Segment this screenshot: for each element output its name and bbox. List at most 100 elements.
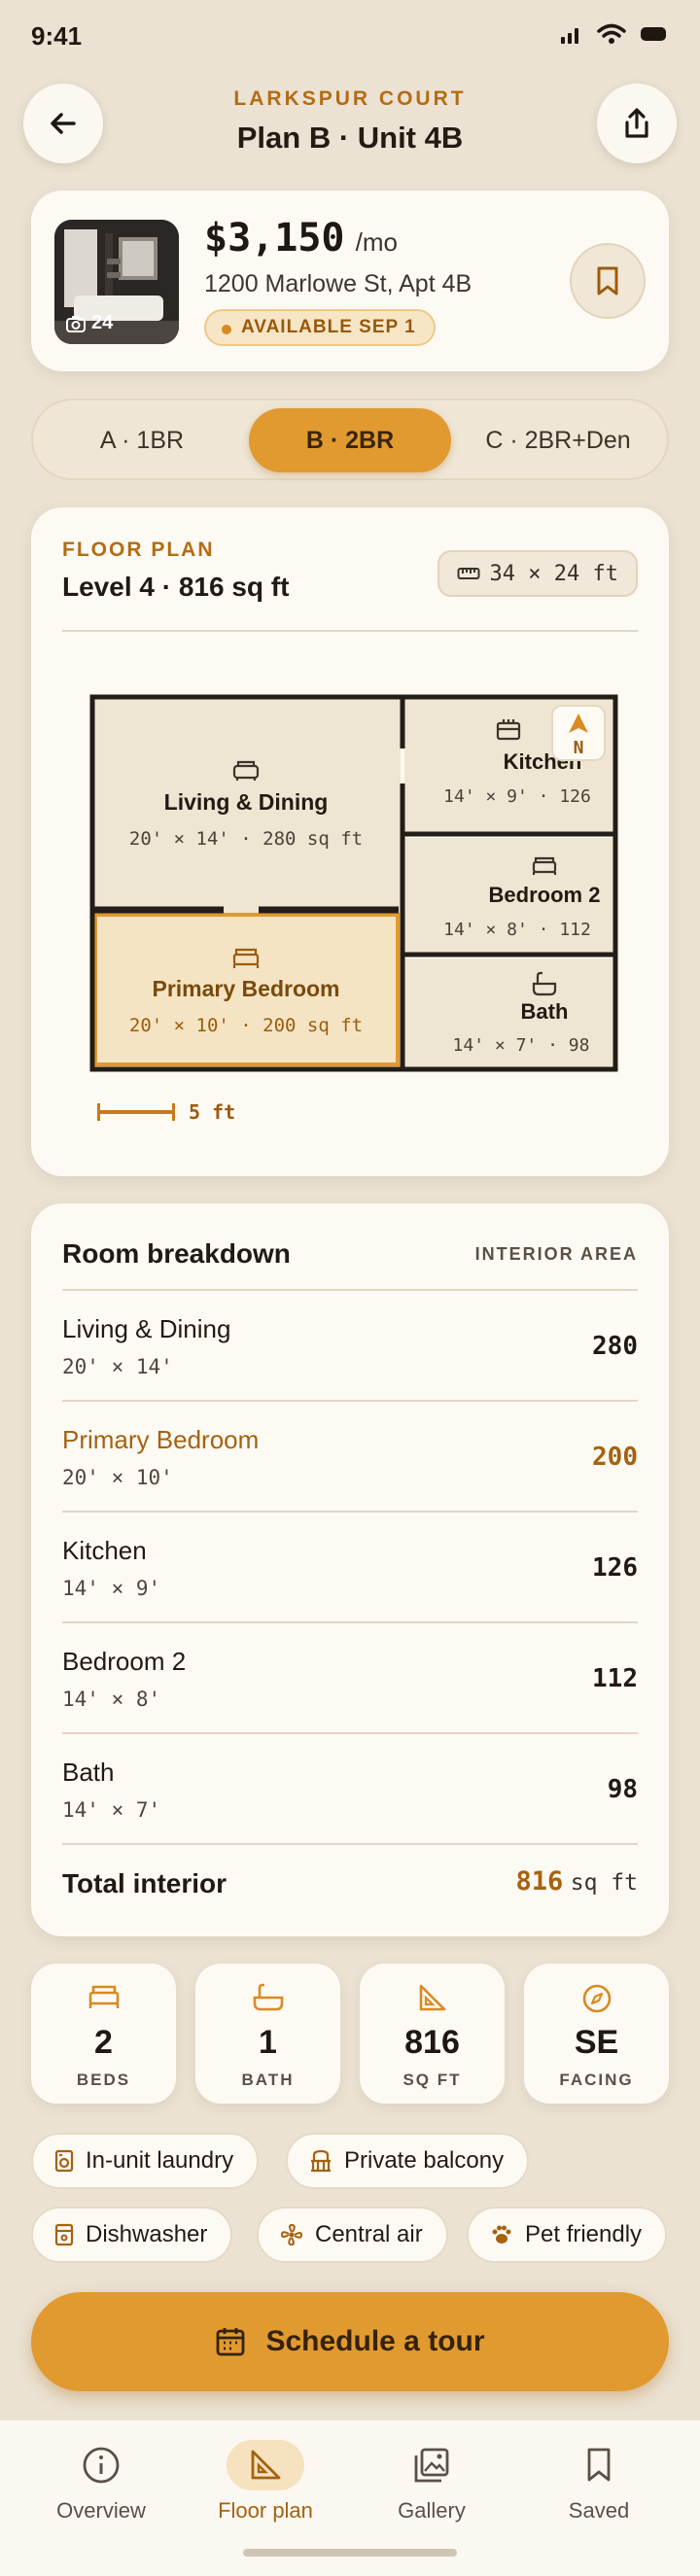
building-name: LARKSPUR COURT xyxy=(233,87,467,110)
signal-icon xyxy=(561,28,578,44)
status-icons xyxy=(560,23,669,45)
row-value: 200 xyxy=(592,1443,638,1472)
nav-label: Saved xyxy=(568,2498,630,2523)
wifi-icon xyxy=(597,23,626,44)
row-value: 280 xyxy=(592,1332,638,1361)
total-value: 816 sq ft xyxy=(515,1866,638,1897)
home-indicator xyxy=(243,2549,457,2557)
room-label-living: Living & Dining xyxy=(164,789,329,815)
tab-plan-a[interactable]: A · 1BR xyxy=(41,408,243,472)
breakdown-row-bedroom-2[interactable]: Bedroom 2 14' × 8' 112 xyxy=(62,1623,638,1734)
stat-bath: 1 BATH xyxy=(195,1964,340,2104)
cta-label: Schedule a tour xyxy=(265,2325,485,2357)
calendar-icon xyxy=(217,2328,245,2356)
share-button[interactable] xyxy=(597,84,677,163)
breakdown-row-kitchen[interactable]: Kitchen 14' × 9' 126 xyxy=(62,1513,638,1623)
floor-level: Level 4 · 816 sq ft xyxy=(62,572,290,602)
save-listing-button[interactable] xyxy=(570,243,646,319)
schedule-tour-button[interactable]: Schedule a tour xyxy=(31,2292,669,2391)
room-dims-living: 20' × 14' · 280 sq ft xyxy=(129,828,363,850)
page-title: Plan B · Unit 4B xyxy=(236,121,464,155)
stat-value: 816 xyxy=(404,2024,460,2061)
stat-facing: SE FACING xyxy=(524,1964,669,2104)
fan-icon xyxy=(280,2223,303,2246)
chip-label: In-unit laundry xyxy=(86,2147,234,2174)
compass-label: N xyxy=(574,738,584,758)
chip-label: Central air xyxy=(315,2221,423,2247)
floor-plan-diagram: Living & Dining 20' × 14' · 280 sq ft Pr… xyxy=(89,694,618,1072)
room-dims-primary: 20' × 10' · 200 sq ft xyxy=(129,1015,363,1036)
chip-label: Pet friendly xyxy=(525,2221,643,2247)
stat-beds: 2 BEDS xyxy=(31,1964,176,2104)
dimensions-value: 34 × 24 ft xyxy=(489,561,618,586)
bathtub-icon xyxy=(253,1983,283,2011)
amenity-balcony[interactable]: Private balcony xyxy=(286,2133,530,2189)
stat-value: SE xyxy=(574,2024,619,2061)
amenity-dishwasher[interactable]: Dishwasher xyxy=(31,2207,233,2263)
listing-address: 1200 Marlowe St, Apt 4B xyxy=(204,270,472,297)
row-dims: 14' × 9' xyxy=(62,1577,161,1600)
breakdown-row-bath[interactable]: Bath 14' × 7' 98 xyxy=(62,1734,638,1845)
scale-label: 5 ft xyxy=(189,1100,236,1124)
row-value: 98 xyxy=(607,1775,638,1804)
bed-icon xyxy=(88,1985,119,2008)
row-value: 112 xyxy=(592,1664,638,1693)
room-dims-bath: 14' × 7' · 98 xyxy=(453,1035,590,1056)
paw-icon xyxy=(492,2225,511,2244)
balcony-icon xyxy=(311,2149,331,2173)
camera-icon xyxy=(66,315,86,332)
set-square-icon xyxy=(419,1984,445,2011)
breakdown-subtitle: INTERIOR AREA xyxy=(474,1244,638,1264)
stat-sqft: 816 SQ FT xyxy=(360,1964,505,2104)
status-bar: 9:41 xyxy=(0,0,700,74)
row-name: Bath xyxy=(62,1758,115,1787)
total-label: Total interior xyxy=(62,1868,228,1898)
row-name: Primary Bedroom xyxy=(62,1425,260,1454)
photo-count: 24 xyxy=(66,312,113,334)
nav-label: Overview xyxy=(56,2498,146,2523)
nav-label: Floor plan xyxy=(218,2498,313,2523)
row-name: Living & Dining xyxy=(62,1314,231,1343)
amenity-pet-friendly[interactable]: Pet friendly xyxy=(467,2207,668,2263)
room-breakdown-card: Room breakdown INTERIOR AREA Living & Di… xyxy=(31,1203,669,1936)
battery-icon xyxy=(641,27,666,41)
breakdown-row-primary[interactable]: Primary Bedroom 20' × 10' 200 xyxy=(62,1402,638,1513)
room-label-primary: Primary Bedroom xyxy=(152,976,339,1001)
nav-overview[interactable]: Overview xyxy=(23,2440,179,2524)
scale-line xyxy=(97,1103,175,1121)
floor-plan-card: FLOOR PLAN Level 4 · 816 sq ft 34 × 24 f… xyxy=(31,507,669,1176)
floor-plan-label: FLOOR PLAN xyxy=(62,539,215,561)
amenity-laundry[interactable]: In-unit laundry xyxy=(31,2133,260,2189)
tab-plan-c[interactable]: C · 2BR+Den xyxy=(457,408,659,472)
stat-label: FACING xyxy=(559,2071,634,2089)
north-compass: N xyxy=(551,705,606,761)
gallery-icon xyxy=(414,2448,449,2483)
room-label-bath: Bath xyxy=(521,999,569,1024)
photo-count-value: 24 xyxy=(91,312,114,333)
row-name: Bedroom 2 xyxy=(62,1647,187,1676)
row-dims: 20' × 14' xyxy=(62,1355,173,1378)
breakdown-title: Room breakdown xyxy=(62,1238,291,1269)
scale-bar: 5 ft xyxy=(97,1100,235,1124)
row-value: 126 xyxy=(592,1553,638,1583)
status-time: 9:41 xyxy=(31,21,83,51)
compass-icon xyxy=(582,1984,611,2013)
listing-price: $3,150 /mo xyxy=(204,216,398,261)
nav-saved[interactable]: Saved xyxy=(521,2440,677,2524)
info-icon xyxy=(83,2447,120,2484)
nav-floor-plan[interactable]: Floor plan xyxy=(188,2440,343,2524)
tab-plan-b[interactable]: B · 2BR xyxy=(249,408,451,472)
listing-photo[interactable]: 24 xyxy=(54,220,179,344)
chip-label: Dishwasher xyxy=(86,2221,208,2247)
total-unit: sq ft xyxy=(570,1870,638,1896)
listing-card: 24 $3,150 /mo 1200 Marlowe St, Apt 4B AV… xyxy=(31,191,669,371)
amenity-central-air[interactable]: Central air xyxy=(257,2207,448,2263)
chip-label: Private balcony xyxy=(344,2147,505,2174)
price-unit: /mo xyxy=(355,227,398,257)
floor-plan-icon xyxy=(251,2450,281,2480)
breakdown-row-living[interactable]: Living & Dining 20' × 14' 280 xyxy=(62,1291,638,1402)
room-label-bedroom-2: Bedroom 2 xyxy=(489,883,601,907)
nav-gallery[interactable]: Gallery xyxy=(354,2440,509,2524)
row-dims: 20' × 10' xyxy=(62,1466,173,1489)
stat-value: 1 xyxy=(259,2024,277,2061)
